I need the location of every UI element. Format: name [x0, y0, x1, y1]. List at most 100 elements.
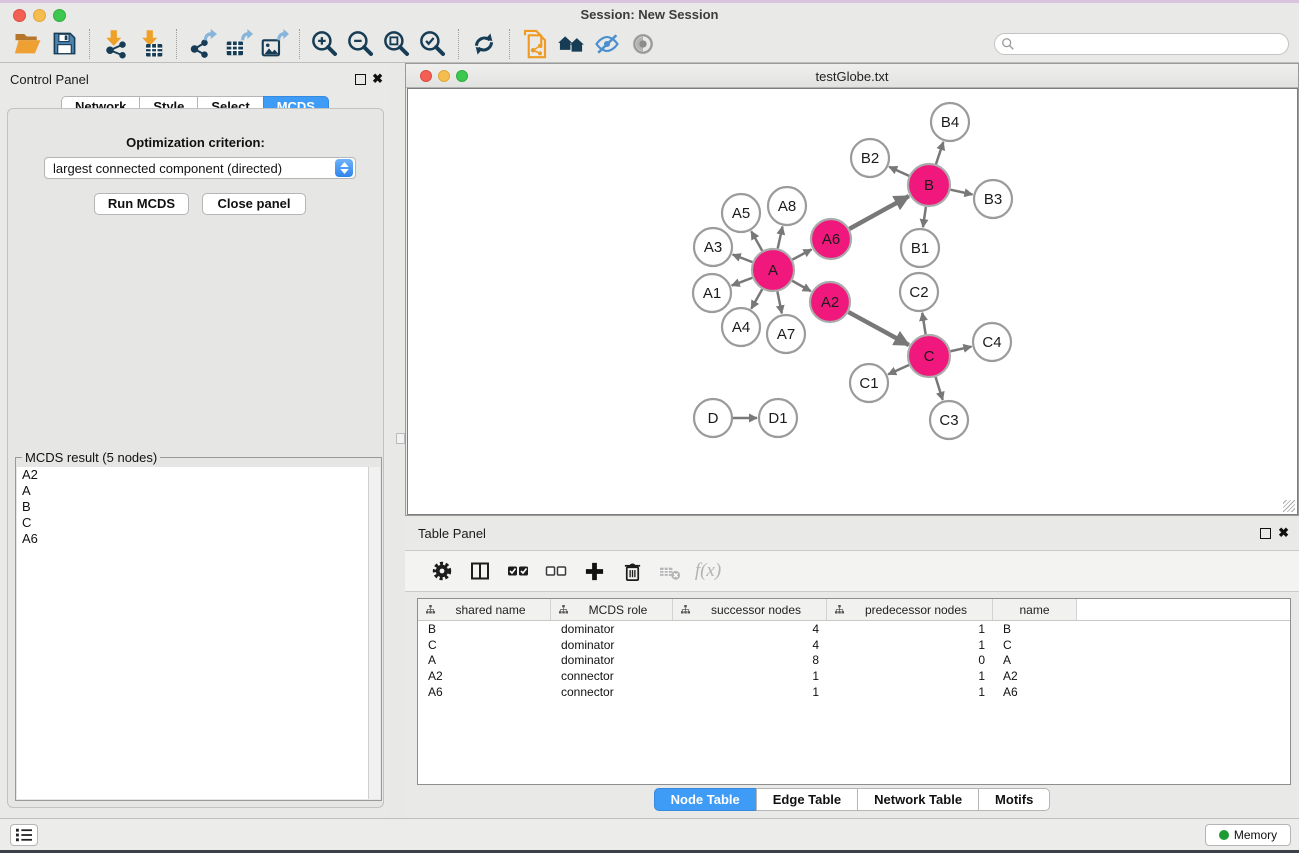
graph-node-A[interactable]: A — [752, 249, 794, 291]
graph-node-B4[interactable]: B4 — [931, 103, 969, 141]
table-row[interactable]: Cdominator41C — [418, 637, 1290, 653]
network-canvas[interactable]: A A1 A2 A3 A4 A5 A6 A7 A8 B B1 B2 B3 B4 C C1 C2 C3 C4 D D1 — [407, 88, 1298, 515]
search-field[interactable] — [994, 33, 1289, 55]
table-row[interactable]: Adominator80A — [418, 652, 1290, 668]
graph-edge-B-B3[interactable] — [950, 190, 972, 195]
clone-network-icon — [520, 29, 550, 59]
task-history-button[interactable] — [10, 824, 38, 846]
graph-edge-A-A1[interactable] — [732, 278, 753, 286]
graph-node-A3[interactable]: A3 — [694, 228, 732, 266]
graph-node-A6[interactable]: A6 — [811, 219, 851, 259]
graph-edge-C-C3[interactable] — [936, 377, 943, 400]
table-float-icon[interactable] — [1260, 528, 1271, 539]
refresh-button[interactable] — [466, 27, 502, 61]
select-all-button[interactable] — [499, 556, 537, 586]
mcds-result-item[interactable]: C — [17, 515, 368, 531]
home-button[interactable] — [553, 27, 589, 61]
zoom-fit-button[interactable] — [379, 27, 415, 61]
panel-splitter-grip[interactable] — [396, 433, 405, 444]
graph-edge-B-B4[interactable] — [936, 142, 943, 164]
tab-motifs[interactable]: Motifs — [978, 788, 1050, 811]
column-header-predecessor-nodes[interactable]: predecessor nodes — [827, 599, 993, 620]
graph-edge-A-A4[interactable] — [751, 289, 762, 309]
hide-graphics-details-button[interactable] — [589, 27, 625, 61]
graph-node-C1[interactable]: C1 — [850, 364, 888, 402]
graph-edge-C-C4[interactable] — [950, 347, 971, 352]
import-table-button[interactable] — [133, 27, 169, 61]
graph-node-A4[interactable]: A4 — [722, 308, 760, 346]
function-builder-button[interactable]: f(x) — [689, 556, 727, 586]
graph-edge-A2-C[interactable] — [848, 312, 908, 345]
zoom-in-button[interactable] — [307, 27, 343, 61]
optimization-criterion-dropdown[interactable]: largest connected component (directed) — [44, 157, 356, 179]
graph-node-B1[interactable]: B1 — [901, 229, 939, 267]
mcds-result-item[interactable]: A6 — [17, 531, 368, 547]
graph-edge-A6-B[interactable] — [849, 196, 908, 229]
delete-table-button[interactable] — [651, 556, 689, 586]
graph-edge-A-A3[interactable] — [733, 255, 753, 263]
search-input[interactable] — [1015, 36, 1282, 51]
graph-edge-A-A5[interactable] — [751, 231, 762, 251]
network-window-titlebar[interactable]: testGlobe.txt — [406, 64, 1298, 88]
open-session-button[interactable] — [10, 27, 46, 61]
table-row[interactable]: Bdominator41B — [418, 621, 1290, 637]
graph-node-A7[interactable]: A7 — [767, 315, 805, 353]
import-network-button[interactable] — [97, 27, 133, 61]
column-header-name[interactable]: name — [993, 599, 1077, 620]
graph-node-C3[interactable]: C3 — [930, 401, 968, 439]
export-image-button[interactable] — [256, 27, 292, 61]
mcds-result-item[interactable]: A2 — [17, 467, 368, 483]
graph-edge-C-C2[interactable] — [922, 313, 925, 335]
graph-node-A5[interactable]: A5 — [722, 194, 760, 232]
graph-node-A2[interactable]: A2 — [810, 282, 850, 322]
show-columns-button[interactable] — [461, 556, 499, 586]
graph-edge-B-B1[interactable] — [923, 207, 926, 227]
tab-node-table[interactable]: Node Table — [654, 788, 757, 811]
graph-node-A8[interactable]: A8 — [768, 187, 806, 225]
graph-edge-C-C1[interactable] — [888, 365, 909, 374]
table-row[interactable]: A6connector11A6 — [418, 684, 1290, 700]
graph-edge-A-A8[interactable] — [778, 227, 783, 249]
zoom-out-button[interactable] — [343, 27, 379, 61]
deselect-all-button[interactable] — [537, 556, 575, 586]
mcds-result-item[interactable]: B — [17, 499, 368, 515]
mcds-result-item[interactable]: A — [17, 483, 368, 499]
graph-edge-A-A2[interactable] — [792, 281, 811, 291]
add-column-button[interactable] — [575, 556, 613, 586]
tab-edge-table[interactable]: Edge Table — [756, 788, 858, 811]
graph-node-C[interactable]: C — [908, 335, 950, 377]
control-panel-title: Control Panel — [10, 72, 89, 87]
graph-node-C4[interactable]: C4 — [973, 323, 1011, 361]
table-settings-button[interactable] — [423, 556, 461, 586]
result-scrollbar[interactable] — [368, 467, 380, 799]
delete-column-button[interactable] — [613, 556, 651, 586]
graph-node-C2[interactable]: C2 — [900, 273, 938, 311]
graph-edge-B-B2[interactable] — [889, 167, 909, 176]
graph-edge-A-A6[interactable] — [792, 249, 811, 259]
graph-node-B2[interactable]: B2 — [851, 139, 889, 177]
column-header-MCDS-role[interactable]: MCDS role — [551, 599, 673, 620]
table-close-icon[interactable]: ✖ — [1278, 527, 1289, 538]
tab-network-table[interactable]: Network Table — [857, 788, 979, 811]
save-session-button[interactable] — [46, 27, 82, 61]
graph-node-B[interactable]: B — [908, 164, 950, 206]
float-panel-icon[interactable] — [355, 74, 366, 85]
run-mcds-button[interactable]: Run MCDS — [94, 193, 189, 215]
graph-node-B3[interactable]: B3 — [974, 180, 1012, 218]
graph-node-A1[interactable]: A1 — [693, 274, 731, 312]
clone-network-button[interactable] — [517, 27, 553, 61]
close-panel-icon[interactable]: ✖ — [372, 73, 383, 84]
window-resize-grip[interactable] — [1283, 500, 1295, 512]
close-panel-button[interactable]: Close panel — [202, 193, 306, 215]
graph-node-D1[interactable]: D1 — [759, 399, 797, 437]
column-header-successor-nodes[interactable]: successor nodes — [673, 599, 827, 620]
show-graphics-details-button[interactable] — [625, 27, 661, 61]
table-row[interactable]: A2connector11A2 — [418, 668, 1290, 684]
memory-button[interactable]: Memory — [1205, 824, 1291, 846]
graph-node-D[interactable]: D — [694, 399, 732, 437]
export-table-button[interactable] — [220, 27, 256, 61]
column-header-shared-name[interactable]: shared name — [418, 599, 551, 620]
graph-edge-A-A7[interactable] — [777, 292, 781, 314]
zoom-selected-button[interactable] — [415, 27, 451, 61]
export-network-button[interactable] — [184, 27, 220, 61]
